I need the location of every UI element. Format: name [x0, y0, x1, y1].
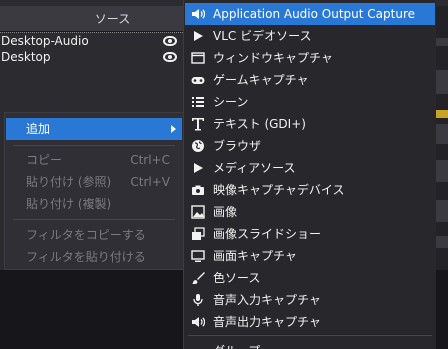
shortcut-label: Ctrl+C	[130, 153, 170, 167]
menu-item-paste-filters-label: フィルタを貼り付ける	[26, 250, 146, 264]
source-item-desktop-audio[interactable]: Desktop-Audio	[0, 32, 183, 49]
submenu-item-label: 画面キャプチャ	[213, 249, 297, 263]
submenu-item-label: 画像スライドショー	[213, 227, 322, 241]
submenu-item-image-slideshow[interactable]: 画像スライドショー	[185, 223, 435, 245]
shortcut-label: Ctrl+V	[130, 175, 170, 189]
submenu-item-label: シーン	[213, 95, 249, 109]
camera-icon	[191, 183, 205, 197]
submenu-item-label: 音声入力キャプチャ	[213, 293, 321, 307]
submenu-item-display-capture[interactable]: 画面キャプチャ	[185, 245, 435, 267]
play-icon	[191, 161, 205, 175]
menu-item-paste-filters[interactable]: フィルタを貼り付ける	[6, 246, 182, 268]
submenu-item-color-source[interactable]: 色ソース	[185, 267, 435, 289]
image-icon	[191, 205, 205, 219]
menu-item-paste-reference[interactable]: 貼り付け (参照) Ctrl+V	[6, 171, 182, 193]
submenu-item-label: 色ソース	[213, 271, 261, 285]
submenu-item-application-audio-capture[interactable]: Application Audio Output Capture	[185, 3, 435, 25]
submenu-item-label: VLC ビデオソース	[213, 29, 312, 43]
submenu-item-video-capture-device[interactable]: 映像キャプチャデバイス	[185, 179, 435, 201]
brush-icon	[191, 271, 205, 285]
submenu-item-label: 音声出力キャプチャ	[213, 315, 321, 329]
menu-separator	[13, 219, 175, 220]
monitor-icon	[191, 249, 205, 263]
submenu-item-window-capture[interactable]: ウィンドウキャプチャ	[185, 47, 435, 69]
submenu-item-scene[interactable]: シーン	[185, 91, 435, 113]
speaker-icon	[191, 7, 205, 21]
add-source-submenu: Application Audio Output Capture VLC ビデオ…	[183, 0, 436, 349]
menu-item-copy-label: コピー	[26, 153, 63, 167]
submenu-item-label: ゲームキャプチャ	[213, 73, 309, 87]
menu-item-add[interactable]: 追加	[6, 118, 182, 140]
menu-item-add-label: 追加	[26, 122, 51, 136]
submenu-item-label: Application Audio Output Capture	[213, 7, 415, 21]
chevron-right-icon	[171, 125, 176, 133]
submenu-item-label: 画像	[213, 205, 238, 219]
text-icon	[191, 117, 205, 131]
window-icon	[191, 51, 205, 65]
list-icon	[191, 95, 205, 109]
sources-panel-title: ソース	[0, 6, 183, 32]
microphone-icon	[191, 293, 205, 307]
submenu-item-browser[interactable]: ブラウザ	[185, 135, 435, 157]
menu-separator	[13, 145, 175, 146]
submenu-item-label: テキスト (GDI+)	[213, 117, 306, 131]
submenu-item-audio-input-capture[interactable]: 音声入力キャプチャ	[185, 289, 435, 311]
submenu-item-audio-output-capture[interactable]: 音声出力キャプチャ	[185, 311, 435, 333]
source-item-label: Desktop	[1, 50, 51, 64]
source-context-menu: 追加 コピー Ctrl+C 貼り付け (参照) Ctrl+V 貼り付け (複製)…	[4, 112, 184, 270]
submenu-item-group-partial[interactable]: グループ	[213, 342, 273, 349]
submenu-item-label: メディアソース	[213, 161, 296, 175]
submenu-item-image[interactable]: 画像	[185, 201, 435, 223]
sources-list-empty-area	[0, 270, 183, 349]
play-icon	[191, 29, 205, 43]
eye-icon[interactable]	[163, 36, 177, 46]
speaker-icon	[191, 315, 205, 329]
slideshow-icon	[191, 227, 205, 241]
eye-icon[interactable]	[163, 52, 177, 62]
submenu-item-label: ウィンドウキャプチャ	[213, 51, 333, 65]
menu-item-copy-filters-label: フィルタをコピーする	[26, 228, 146, 242]
submenu-item-vlc-video-source[interactable]: VLC ビデオソース	[185, 25, 435, 47]
background-panel-edge	[436, 0, 448, 349]
submenu-item-label: ブラウザ	[213, 139, 262, 153]
gamepad-icon	[191, 73, 205, 87]
submenu-item-game-capture[interactable]: ゲームキャプチャ	[185, 69, 435, 91]
globe-icon	[191, 139, 205, 153]
submenu-item-text-gdi[interactable]: テキスト (GDI+)	[185, 113, 435, 135]
menu-item-paste-duplicate[interactable]: 貼り付け (複製)	[6, 193, 182, 215]
menu-item-copy-filters[interactable]: フィルタをコピーする	[6, 224, 182, 246]
menu-item-paste-duplicate-label: 貼り付け (複製)	[26, 197, 112, 211]
menu-separator	[188, 335, 432, 336]
submenu-item-media-source[interactable]: メディアソース	[185, 157, 435, 179]
source-item-desktop[interactable]: Desktop	[0, 49, 183, 66]
source-item-label: Desktop-Audio	[1, 34, 89, 48]
menu-item-copy[interactable]: コピー Ctrl+C	[6, 149, 182, 171]
submenu-item-label: 映像キャプチャデバイス	[213, 183, 345, 197]
menu-item-paste-reference-label: 貼り付け (参照)	[26, 175, 112, 189]
